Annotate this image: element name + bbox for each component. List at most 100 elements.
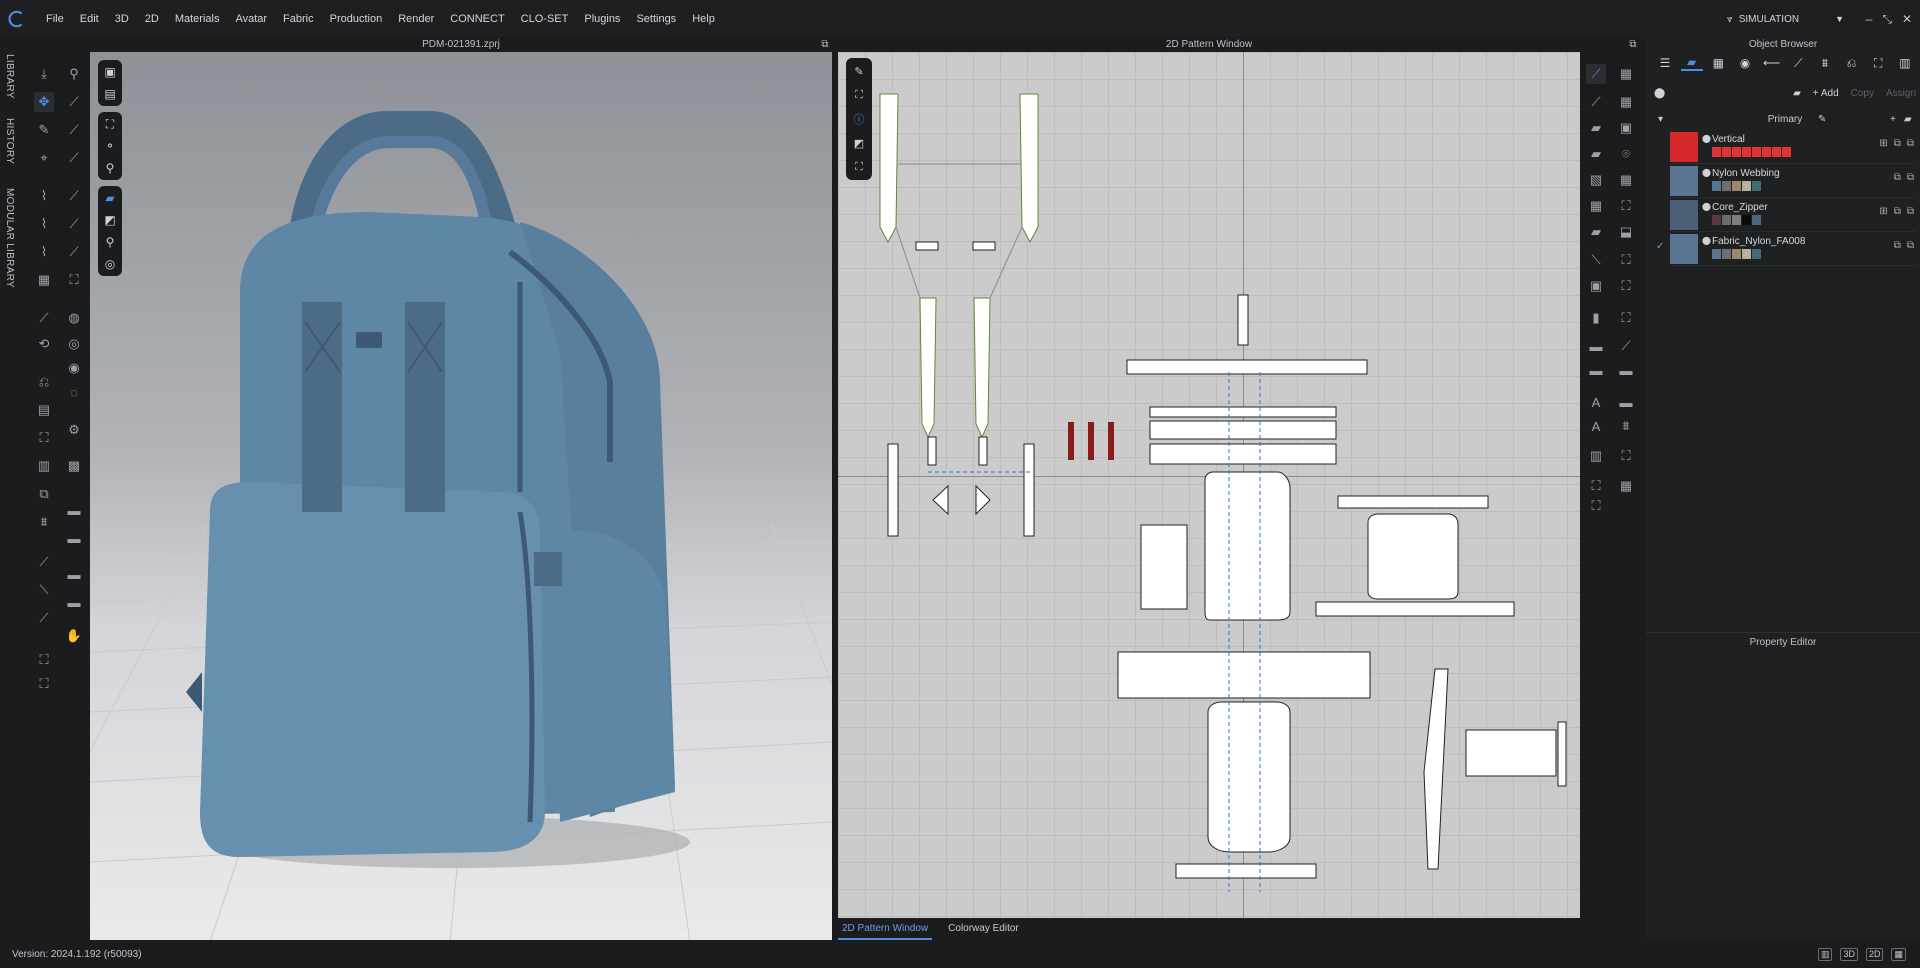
table-icon[interactable]: ▦ xyxy=(1616,476,1636,496)
pleat-icon[interactable]: ⛶ xyxy=(1616,308,1636,328)
fold-icon[interactable]: ⟋ xyxy=(64,92,84,112)
texture-display-icon[interactable]: ⚬ xyxy=(102,138,118,154)
sculpt-icon[interactable]: ◍ xyxy=(64,308,84,328)
add-group-icon[interactable]: + xyxy=(1890,114,1896,125)
menu-avatar[interactable]: Avatar xyxy=(227,0,275,38)
menu-settings[interactable]: Settings xyxy=(628,0,684,38)
garment-icon[interactable]: ⛶ xyxy=(851,159,867,175)
shirt-2d-icon[interactable]: ⛶ xyxy=(1616,276,1636,296)
material-row[interactable]: ⬤ Nylon Webbing ⧉ ⧉ xyxy=(1670,164,1916,198)
seamline-icon[interactable]: ▬ xyxy=(64,528,84,548)
fold-pattern-icon[interactable]: ⬓ xyxy=(1616,222,1636,242)
seam-allowance-icon[interactable]: ▬ xyxy=(1586,360,1606,380)
material-row[interactable]: ⬤ Vertical ⊞ ⧉ ⧉ xyxy=(1670,130,1916,164)
rectangle-icon[interactable]: ▣ xyxy=(1616,118,1636,138)
material-row[interactable]: ✓ ⬤ Fabric_Nylon_FA008 ⧉ ⧉ xyxy=(1656,232,1916,266)
shirt-grade-icon[interactable]: ⛶ xyxy=(1586,496,1606,516)
fabric-display-icon[interactable]: ▰ xyxy=(102,190,118,206)
select-on-garment-icon[interactable]: ⧉ xyxy=(1894,138,1901,149)
stitch-icon[interactable]: ⩩ xyxy=(1616,416,1636,436)
menu-plugins[interactable]: Plugins xyxy=(576,0,628,38)
buttonhole-tab-icon[interactable]: ⟵ xyxy=(1761,56,1783,70)
menu-clo-set[interactable]: CLO-SET xyxy=(513,0,577,38)
trim-tab-icon[interactable]: ⛶ xyxy=(1867,56,1889,71)
garment-fit-icon[interactable]: ▦ xyxy=(34,270,54,290)
add-variation-icon[interactable]: ⊞ xyxy=(1879,138,1887,149)
avatar-move-icon[interactable]: ⚲ xyxy=(64,64,84,84)
avatar-icon[interactable]: ⚲ xyxy=(102,160,118,176)
tuck-2d-icon[interactable]: ▮ xyxy=(1586,308,1606,328)
transform-pattern-icon[interactable]: ⟋ xyxy=(1586,64,1606,84)
measure-icon[interactable]: ⟋ xyxy=(64,148,84,168)
select-icon[interactable]: ⤓ xyxy=(34,64,54,84)
tab-modular-library[interactable]: MODULAR LIBRARY xyxy=(4,188,15,288)
edit-curvature-icon[interactable]: ⟋ xyxy=(1586,92,1606,112)
zipper-icon[interactable]: ⎌ xyxy=(34,372,54,392)
puckering-tab-icon[interactable]: ⩩ xyxy=(1814,56,1836,71)
select-on-garment-icon[interactable]: ⧉ xyxy=(1894,240,1901,251)
tack-icon[interactable]: ⟋ xyxy=(64,120,84,140)
fabric-tab-icon[interactable]: ▰ xyxy=(1680,55,1703,71)
duplicate-icon[interactable]: ⧉ xyxy=(1907,240,1914,251)
fabric-swatch-icon[interactable]: ◩ xyxy=(851,135,867,151)
menu-help[interactable]: Help xyxy=(684,0,723,38)
cube-view-icon[interactable]: ▣ xyxy=(102,64,118,80)
layer-icon[interactable]: ⛶ xyxy=(34,674,54,694)
mannequin-icon[interactable]: ⚲ xyxy=(102,234,118,250)
material-drop-icon[interactable]: ⬤ xyxy=(1654,88,1665,99)
fold-arrange-icon[interactable]: ⟋ xyxy=(64,214,84,234)
material-row[interactable]: ⬤ Core_Zipper ⊞ ⧉ ⧉ xyxy=(1670,198,1916,232)
select-on-garment-icon[interactable]: ⧉ xyxy=(1894,172,1901,183)
trace-icon[interactable]: ▦ xyxy=(1616,170,1636,190)
transform-icon[interactable]: ✥ xyxy=(34,92,54,112)
topstitch-icon[interactable]: ⩩ xyxy=(34,512,54,532)
graphic-icon[interactable]: ▩ xyxy=(64,456,84,476)
undock-icon[interactable]: ⧉ xyxy=(818,38,832,52)
text-2-icon[interactable]: A xyxy=(1586,416,1606,436)
pencil-icon[interactable]: ✎ xyxy=(851,63,867,79)
slash-spread-icon[interactable]: ▰ xyxy=(1586,222,1606,242)
add-button[interactable]: + Add xyxy=(1813,88,1839,99)
menu-2d[interactable]: 2D xyxy=(137,0,167,38)
clo-logo-icon[interactable] xyxy=(2,0,32,38)
garment-display-icon[interactable]: ⛶ xyxy=(102,116,118,132)
check-sewing-icon[interactable]: ▣ xyxy=(1586,276,1606,296)
duplicate-icon[interactable]: ⧉ xyxy=(1907,172,1914,183)
folder-icon[interactable]: ▰ xyxy=(1793,88,1801,99)
tab-2d-pattern-window[interactable]: 2D Pattern Window xyxy=(838,920,933,940)
fabric-fold-icon[interactable]: ⧉ xyxy=(34,484,54,504)
simulation-dropdown[interactable]: ⩔ SIMULATION ▼ xyxy=(1727,0,1844,38)
list-icon[interactable]: ☰ xyxy=(1654,56,1676,70)
shirt-icon[interactable]: ⛶ xyxy=(64,270,84,290)
globe-view-icon[interactable]: ◎ xyxy=(102,256,118,272)
gathering-icon[interactable]: ▬ xyxy=(1586,336,1606,356)
texture-icon[interactable]: ▥ xyxy=(34,456,54,476)
dart-icon[interactable]: ▧ xyxy=(1586,170,1606,190)
select-on-garment-icon[interactable]: ⧉ xyxy=(1894,206,1901,217)
smooth-icon[interactable]: ⟲ xyxy=(34,334,54,354)
menu-render[interactable]: Render xyxy=(390,0,442,38)
split-mode-icon[interactable]: ▦ xyxy=(1891,947,1906,961)
tab-history[interactable]: HISTORY xyxy=(4,118,15,164)
piping-icon[interactable]: ▬ xyxy=(64,564,84,584)
measure-2d-icon[interactable]: ⟋ xyxy=(1616,336,1636,356)
graphic-tab-icon[interactable]: ▦ xyxy=(1707,56,1729,70)
add-variation-icon[interactable]: ⊞ xyxy=(1879,206,1887,217)
shirt-3-icon[interactable]: ⛶ xyxy=(34,650,54,670)
menu-file[interactable]: File xyxy=(38,0,72,38)
menu-materials[interactable]: Materials xyxy=(167,0,228,38)
annotation-icon[interactable]: ▥ xyxy=(1586,446,1606,466)
layout-icon[interactable]: ▥ xyxy=(1817,947,1833,961)
tape-tab-icon[interactable]: ▥ xyxy=(1894,56,1916,70)
thickness-icon[interactable]: ◩ xyxy=(102,212,118,228)
restore-icon[interactable]: ⤡ xyxy=(1882,12,1892,27)
segment-sew-icon[interactable]: ⟋ xyxy=(64,186,84,206)
binding-icon[interactable]: ⛶ xyxy=(1616,446,1636,466)
hand-icon[interactable]: ✋ xyxy=(64,626,84,646)
minimize-icon[interactable]: – xyxy=(1866,12,1873,26)
folder-group-icon[interactable]: ▰ xyxy=(1904,114,1912,125)
free-sew-icon[interactable]: ⌇ xyxy=(34,214,54,234)
texture-2d-icon[interactable]: ⛶ xyxy=(1586,476,1606,496)
line-sew-icon[interactable]: ⌇ xyxy=(34,242,54,262)
menu-production[interactable]: Production xyxy=(322,0,391,38)
